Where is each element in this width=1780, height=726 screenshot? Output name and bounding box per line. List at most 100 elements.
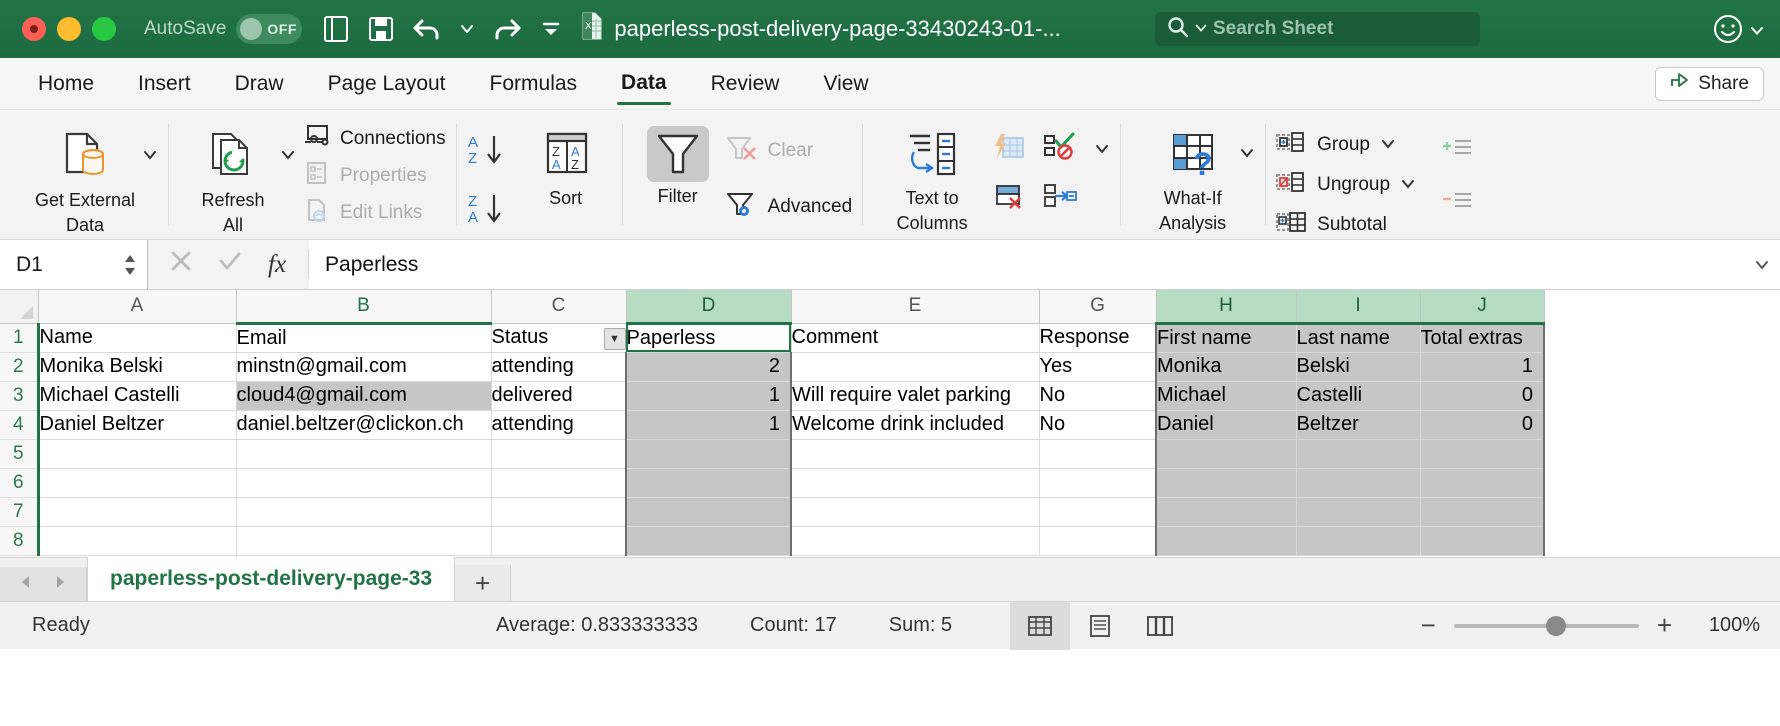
cell-j7[interactable] xyxy=(1420,497,1545,527)
close-window-button[interactable] xyxy=(22,17,46,41)
filter-dropdown-icon[interactable]: ▼ xyxy=(603,327,625,350)
smiley-icon[interactable] xyxy=(1712,13,1744,50)
row-header-3[interactable]: 3 xyxy=(0,381,40,411)
data-validation-dropdown-icon[interactable] xyxy=(1094,139,1110,161)
sort-ascending-icon[interactable]: AZ xyxy=(466,132,514,173)
zoom-in-button[interactable]: + xyxy=(1657,610,1672,641)
cell-c5[interactable] xyxy=(491,439,627,469)
formula-input[interactable]: Paperless xyxy=(309,240,1744,289)
zoom-slider-thumb[interactable] xyxy=(1545,615,1566,636)
cell-i2[interactable]: Belski xyxy=(1296,352,1421,382)
cell-a4[interactable]: Daniel Beltzer xyxy=(38,410,237,440)
cell-a3[interactable]: Michael Castelli xyxy=(38,381,237,411)
what-if-analysis-button[interactable]: ? What-If Analysis xyxy=(1130,118,1255,233)
cell-c1[interactable]: ▼ Status xyxy=(491,323,627,353)
cell-d4[interactable]: 1 xyxy=(625,410,792,440)
show-detail-icon[interactable] xyxy=(1440,136,1474,163)
cell-i3[interactable]: Castelli xyxy=(1296,381,1421,411)
properties-button[interactable]: Properties xyxy=(302,161,446,191)
cell-d1[interactable]: Paperless xyxy=(626,323,792,353)
cell-a7[interactable] xyxy=(38,497,237,527)
tab-draw[interactable]: Draw xyxy=(213,66,306,102)
cell-b2[interactable]: minstn@gmail.com xyxy=(236,352,492,382)
smiley-dropdown-icon[interactable] xyxy=(1750,23,1764,41)
cell-g1[interactable]: Response xyxy=(1039,323,1157,353)
cell-a1[interactable]: Name xyxy=(38,323,237,353)
row-header-1[interactable]: 1 xyxy=(0,323,40,353)
cell-j5[interactable] xyxy=(1420,439,1545,469)
cell-g6[interactable] xyxy=(1039,468,1157,498)
name-box-spinner[interactable] xyxy=(123,252,137,278)
cell-c6[interactable] xyxy=(491,468,627,498)
cell-b1[interactable]: Email xyxy=(236,323,492,353)
cell-j3[interactable]: 0 xyxy=(1420,381,1545,411)
row-header-8[interactable]: 8 xyxy=(0,526,40,556)
cell-g8[interactable] xyxy=(1039,526,1157,556)
cell-g5[interactable] xyxy=(1039,439,1157,469)
group-dropdown-icon[interactable] xyxy=(1380,134,1396,156)
redo-icon[interactable] xyxy=(492,15,522,43)
select-all-corner[interactable] xyxy=(0,290,39,324)
cell-e8[interactable] xyxy=(791,526,1040,556)
cell-i5[interactable] xyxy=(1296,439,1421,469)
tab-page-layout[interactable]: Page Layout xyxy=(306,66,468,102)
cell-d6[interactable] xyxy=(625,468,792,498)
refresh-all-dropdown-icon[interactable] xyxy=(280,148,296,166)
cancel-icon[interactable] xyxy=(170,250,192,279)
column-header-e[interactable]: E xyxy=(791,290,1040,324)
feedback-smiley-control[interactable] xyxy=(1712,13,1764,50)
cell-e2[interactable] xyxy=(791,352,1040,382)
cell-g7[interactable] xyxy=(1039,497,1157,527)
column-header-i[interactable]: I xyxy=(1296,290,1421,325)
cell-j6[interactable] xyxy=(1420,468,1545,498)
maximize-window-button[interactable] xyxy=(92,17,116,41)
search-dropdown-icon[interactable] xyxy=(1195,20,1207,38)
clear-filter-button[interactable]: Clear xyxy=(724,134,853,168)
cell-e6[interactable] xyxy=(791,468,1040,498)
cell-i6[interactable] xyxy=(1296,468,1421,498)
cell-h5[interactable] xyxy=(1155,439,1297,469)
column-header-a[interactable]: A xyxy=(38,290,237,324)
page-break-icon[interactable] xyxy=(1130,602,1190,650)
sheet-tab-active[interactable]: paperless-post-delivery-page-33 xyxy=(87,557,456,601)
cell-j2[interactable]: 1 xyxy=(1420,352,1545,382)
edit-links-button[interactable]: Edit Links xyxy=(302,198,446,228)
cell-i1[interactable]: Last name xyxy=(1296,323,1421,353)
tab-insert[interactable]: Insert xyxy=(116,66,213,102)
cell-i7[interactable] xyxy=(1296,497,1421,527)
cell-b8[interactable] xyxy=(236,526,492,556)
cell-h4[interactable]: Daniel xyxy=(1155,410,1297,440)
group-button[interactable]: Group xyxy=(1275,130,1416,160)
prev-sheet-icon[interactable] xyxy=(18,574,34,594)
next-sheet-icon[interactable] xyxy=(52,574,68,594)
cell-c3[interactable]: delivered xyxy=(491,381,627,411)
row-header-6[interactable]: 6 xyxy=(0,468,40,498)
text-to-columns-button[interactable]: Text to Columns xyxy=(872,118,992,233)
cell-c8[interactable] xyxy=(491,526,627,556)
row-header-4[interactable]: 4 xyxy=(0,410,40,440)
autosave-control[interactable]: AutoSave OFF xyxy=(144,14,303,44)
autosave-toggle[interactable]: OFF xyxy=(236,14,303,44)
column-header-c[interactable]: C xyxy=(491,290,627,324)
cell-a8[interactable] xyxy=(38,526,237,556)
flash-fill-icon[interactable] xyxy=(992,132,1026,168)
connections-button[interactable]: Connections xyxy=(302,124,446,154)
accept-icon[interactable] xyxy=(218,250,242,279)
cell-e7[interactable] xyxy=(791,497,1040,527)
cell-i4[interactable]: Beltzer xyxy=(1296,410,1421,440)
cell-g2[interactable]: Yes xyxy=(1039,352,1157,382)
cell-h3[interactable]: Michael xyxy=(1155,381,1297,411)
cell-i8[interactable] xyxy=(1296,526,1421,556)
get-external-data-dropdown-icon[interactable] xyxy=(142,148,158,166)
cell-h7[interactable] xyxy=(1155,497,1297,527)
cell-d8[interactable] xyxy=(625,526,792,556)
cell-j8[interactable] xyxy=(1420,526,1545,556)
customize-toolbar-icon[interactable] xyxy=(540,19,562,39)
sort-button[interactable]: Z A A Z Sort xyxy=(520,118,612,209)
cell-d7[interactable] xyxy=(625,497,792,527)
cell-b7[interactable] xyxy=(236,497,492,527)
cell-h1[interactable]: First name xyxy=(1155,323,1297,353)
cell-d5[interactable] xyxy=(625,439,792,469)
cell-c7[interactable] xyxy=(491,497,627,527)
get-external-data-button[interactable]: Get External Data xyxy=(10,118,160,235)
